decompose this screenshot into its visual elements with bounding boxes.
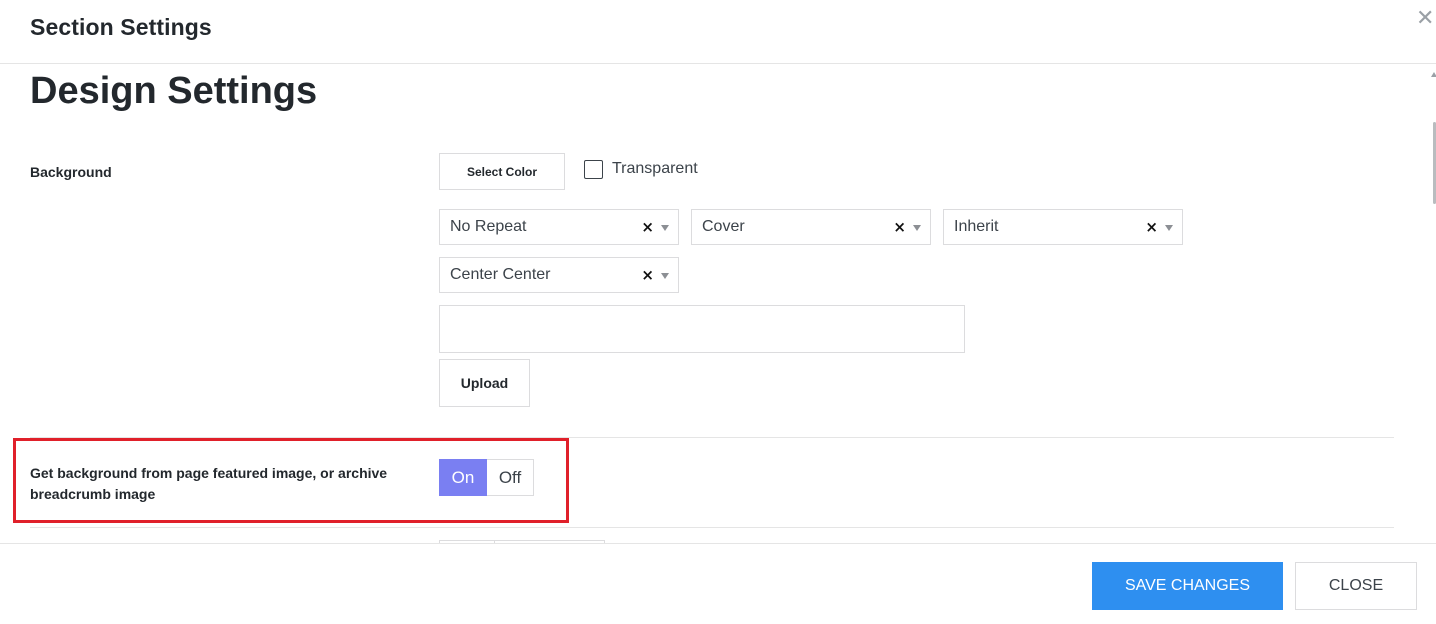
chevron-down-icon[interactable] bbox=[1165, 225, 1173, 231]
size-select[interactable]: Cover × bbox=[691, 209, 931, 245]
upload-button[interactable]: Upload bbox=[439, 359, 530, 407]
chevron-down-icon[interactable] bbox=[661, 273, 669, 279]
chevron-down-icon[interactable] bbox=[913, 225, 921, 231]
toggle-on-option[interactable]: On bbox=[439, 459, 487, 496]
close-icon[interactable]: ✕ bbox=[1416, 8, 1436, 30]
background-label: Background bbox=[30, 164, 112, 180]
save-changes-button[interactable]: SAVE CHANGES bbox=[1092, 562, 1283, 610]
divider bbox=[30, 527, 1394, 528]
position-select-value: Center Center bbox=[450, 266, 551, 283]
size-select-value: Cover bbox=[702, 218, 745, 235]
modal-footer: SAVE CHANGES CLOSE bbox=[0, 543, 1436, 624]
repeat-select[interactable]: No Repeat × bbox=[439, 209, 679, 245]
attachment-clear-icon[interactable]: × bbox=[1145, 218, 1158, 236]
section-title: Design Settings bbox=[30, 70, 318, 112]
transparent-checkbox[interactable] bbox=[584, 160, 603, 179]
settings-scroll-area[interactable]: Design Settings Background Select Color … bbox=[0, 64, 1436, 543]
repeat-clear-icon[interactable]: × bbox=[641, 218, 654, 236]
size-clear-icon[interactable]: × bbox=[893, 218, 906, 236]
chevron-down-icon[interactable] bbox=[661, 225, 669, 231]
attachment-select[interactable]: Inherit × bbox=[943, 209, 1183, 245]
modal-title: Section Settings bbox=[30, 14, 212, 40]
position-select[interactable]: Center Center × bbox=[439, 257, 679, 293]
attachment-select-value: Inherit bbox=[954, 218, 999, 235]
transparent-label: Transparent bbox=[612, 160, 698, 177]
background-image-url-input[interactable] bbox=[439, 305, 965, 353]
close-button[interactable]: CLOSE bbox=[1295, 562, 1417, 610]
featured-image-toggle[interactable]: On Off bbox=[439, 459, 534, 496]
modal-header: Section Settings ✕ bbox=[0, 0, 1436, 64]
scroll-up-icon[interactable] bbox=[1431, 72, 1436, 77]
select-color-button[interactable]: Select Color bbox=[439, 153, 565, 190]
toggle-off-option[interactable]: Off bbox=[487, 459, 534, 496]
featured-image-label: Get background from page featured image,… bbox=[30, 465, 388, 502]
repeat-select-value: No Repeat bbox=[450, 218, 527, 235]
position-clear-icon[interactable]: × bbox=[641, 266, 654, 284]
